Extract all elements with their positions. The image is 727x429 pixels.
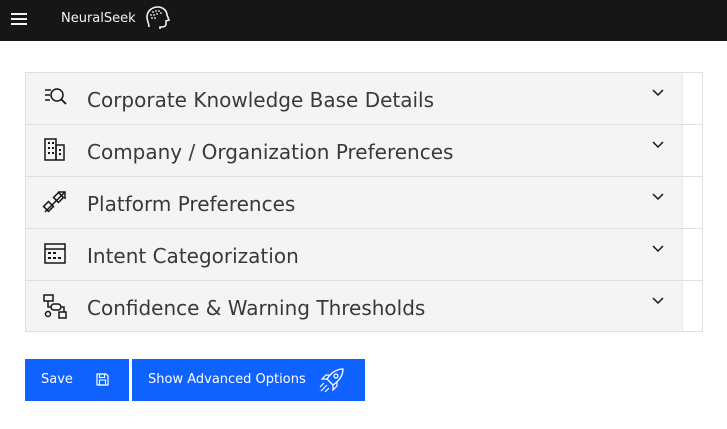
chevron-down-icon[interactable] [651,241,665,255]
hamburger-menu-icon[interactable] [11,13,27,25]
settings-accordion: Corporate Knowledge Base Details Company… [25,72,703,332]
neuralseek-logo-icon [146,6,171,29]
accordion-title: Corporate Knowledge Base Details [87,88,435,112]
chevron-down-icon[interactable] [651,293,665,307]
chevron-down-icon[interactable] [651,189,665,203]
accordion-title: Platform Preferences [87,192,296,216]
advanced-button-label: Show Advanced Options [148,372,306,387]
brand-name[interactable]: NeuralSeek [61,11,136,27]
building-icon [44,138,65,161]
accordion-edge [682,125,702,176]
accordion-edge [682,229,702,280]
accordion-item-knowledge-base[interactable]: Corporate Knowledge Base Details [25,72,703,124]
save-button[interactable]: Save [25,359,129,401]
save-button-label: Save [41,372,73,387]
show-advanced-options-button[interactable]: Show Advanced Options [132,359,365,401]
accordion-title: Confidence & Warning Thresholds [87,296,426,320]
connect-arrows-icon [42,191,66,213]
save-icon [96,373,109,386]
accordion-item-platform-preferences[interactable]: Platform Preferences [25,176,703,228]
chevron-down-icon[interactable] [651,137,665,151]
threshold-flow-icon [43,294,67,319]
accordion-title: Intent Categorization [87,244,299,268]
accordion-item-intent-categorization[interactable]: Intent Categorization [25,228,703,280]
top-navigation-bar: NeuralSeek [0,0,727,41]
document-search-icon [45,88,67,105]
accordion-edge [682,73,702,124]
accordion-item-confidence-thresholds[interactable]: Confidence & Warning Thresholds [25,280,703,332]
accordion-item-company-preferences[interactable]: Company / Organization Preferences [25,124,703,176]
category-list-icon [44,243,66,264]
accordion-edge [682,177,702,228]
chevron-down-icon[interactable] [651,85,665,99]
accordion-edge [682,281,702,331]
accordion-title: Company / Organization Preferences [87,140,454,164]
rocket-icon [319,368,344,393]
